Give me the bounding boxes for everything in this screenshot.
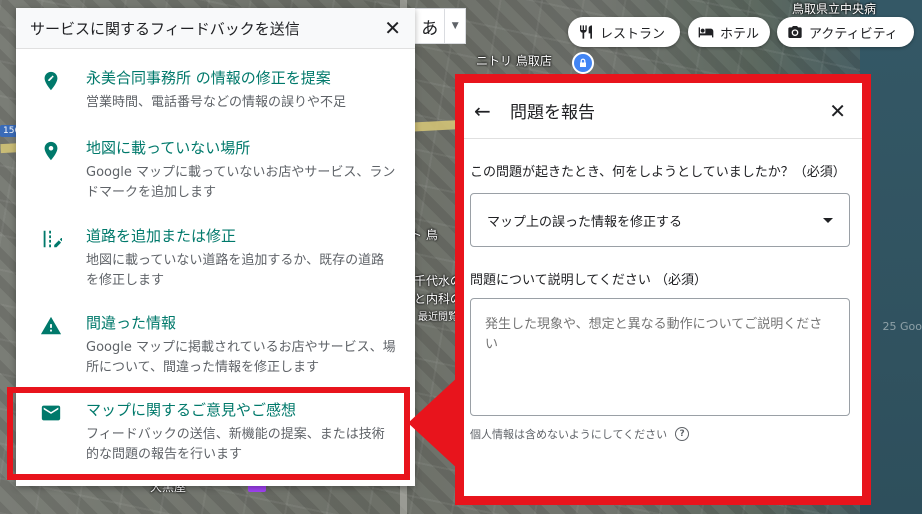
fork-knife-icon: [580, 25, 592, 39]
menu-item-suggest-edit[interactable]: 永美合同事務所 の情報の修正を提案 営業時間、電話番号などの情報の誤りや不足: [16, 68, 415, 113]
menu-item-desc: 地図に載っていない道路を追加するか、既存の道路を修正します: [86, 253, 385, 288]
menu-item-title: 間違った情報: [86, 314, 177, 332]
close-icon[interactable]: ✕: [829, 101, 846, 121]
report-dialog: ← 問題を報告 ✕ この問題が起きたとき、何をしようとしていましたか？（必須） …: [455, 74, 871, 505]
menu-item-desc: Google マップに載っていないお店やサービス、ランドマークを追加します: [86, 165, 396, 200]
help-icon[interactable]: ?: [675, 427, 690, 441]
place-pin-icon: [44, 141, 58, 161]
ime-mode: あ: [421, 18, 439, 39]
road-edit-icon: [43, 230, 62, 248]
menu-item-add-road[interactable]: 道路を追加または修正 地図に載っていない道路を追加するか、既存の道路を修正します: [16, 226, 415, 291]
chevron-down-icon[interactable]: ▼: [444, 9, 465, 43]
task-select[interactable]: マップ上の誤った情報を修正する: [470, 193, 850, 247]
feedback-menu-header: サービスに関するフィードバックを送信 ✕: [16, 8, 415, 49]
privacy-hint-text: 個人情報は含めないようにしてください: [470, 428, 668, 441]
lock-icon[interactable]: [572, 52, 594, 74]
callout-arrow: [408, 375, 460, 471]
task-select-value: マップ上の誤った情報を修正する: [487, 214, 683, 230]
dialog-header: ← 問題を報告 ✕: [464, 83, 862, 139]
camera-icon: [788, 26, 802, 38]
edit-location-icon: [44, 71, 58, 91]
menu-item-desc: 営業時間、電話番号などの情報の誤りや不足: [86, 95, 347, 110]
description-textarea[interactable]: [470, 298, 850, 416]
dialog-body: この問題が起きたとき、何をしようとしていましたか？（必須） マップ上の誤った情報…: [464, 163, 862, 442]
chevron-down-icon: [823, 217, 833, 223]
menu-item-desc: Google マップに掲載されているお店やサービス、場所について、間違った情報を…: [86, 340, 396, 375]
menu-item-wrong-info[interactable]: 間違った情報 Google マップに掲載されているお店やサービス、場所について、…: [16, 313, 415, 378]
map-label-hospital[interactable]: 鳥取県立中央病: [792, 0, 876, 17]
chip-label: ホテル: [720, 26, 760, 42]
chip-label: レストラン: [600, 26, 666, 42]
ime-indicator[interactable]: あ ▼: [414, 8, 466, 44]
close-icon[interactable]: ✕: [384, 18, 401, 38]
privacy-hint: 個人情報は含めないようにしてください ?: [470, 426, 850, 442]
bed-icon: [698, 27, 714, 38]
description-label: 問題について説明してください （必須）: [470, 273, 707, 288]
map-label-nitori[interactable]: ニトリ 鳥取店: [476, 52, 552, 69]
chip-restaurants[interactable]: レストラン: [568, 17, 680, 47]
map-label: 最近閲覧: [418, 312, 458, 323]
back-arrow-icon[interactable]: ←: [474, 99, 510, 123]
chip-activities[interactable]: アクティビティ: [777, 17, 914, 47]
highlight-frame: [7, 387, 410, 480]
dialog-title: 問題を報告: [510, 103, 595, 123]
chip-hotels[interactable]: ホテル: [688, 17, 770, 47]
chip-label: アクティビティ: [809, 26, 898, 42]
feedback-menu-title: サービスに関するフィードバックを送信: [30, 19, 300, 38]
menu-item-title: 永美合同事務所 の情報の修正を提案: [86, 69, 331, 87]
menu-item-title: 道路を追加または修正: [86, 227, 237, 245]
question-label: この問題が起きたとき、何をしようとしていましたか？（必須）: [470, 165, 846, 180]
menu-item-missing-place[interactable]: 地図に載っていない場所 Google マップに載っていないお店やサービス、ランド…: [16, 138, 415, 203]
warning-icon: [40, 316, 62, 335]
map-watermark: 25 Goo: [882, 320, 922, 333]
menu-item-title: 地図に載っていない場所: [86, 139, 251, 157]
